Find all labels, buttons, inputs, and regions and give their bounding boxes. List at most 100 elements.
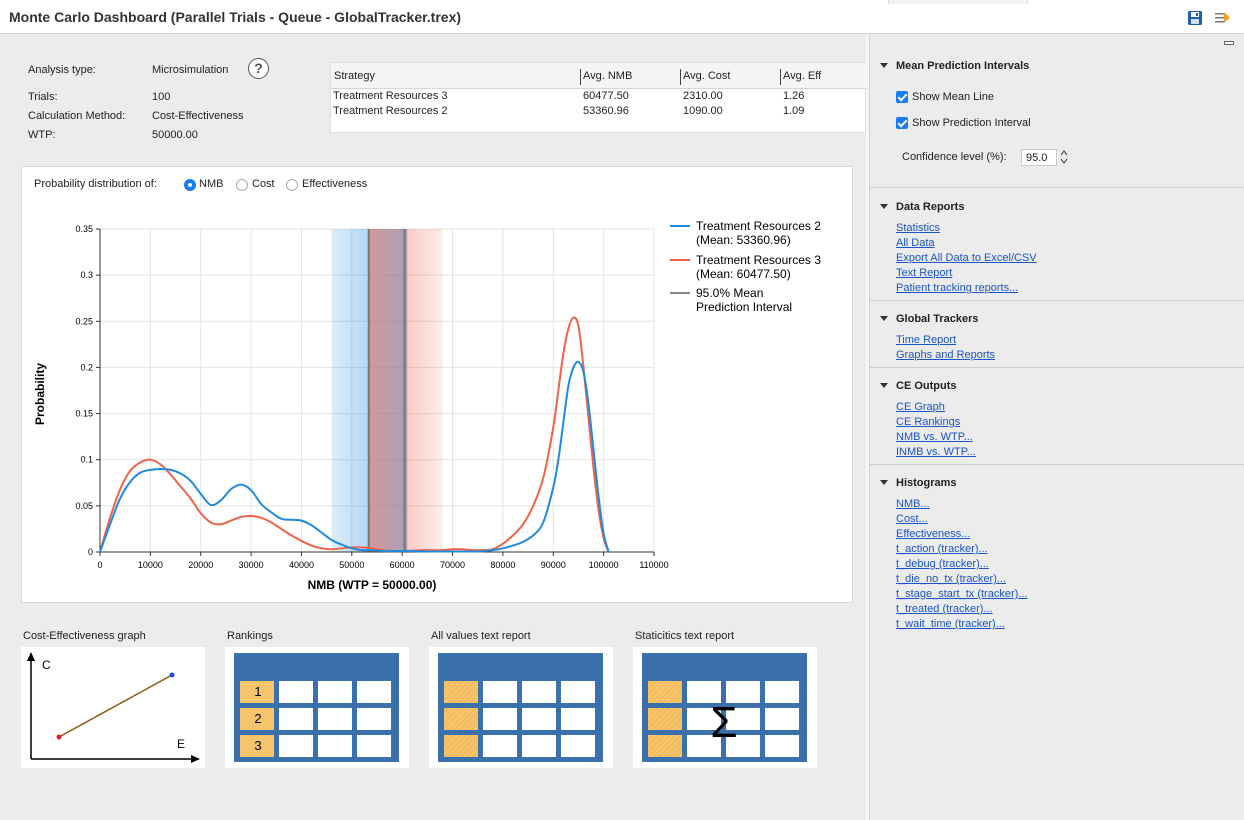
x-tick-label: 10000	[138, 560, 163, 570]
confidence-level-input[interactable]: 95.0	[1021, 149, 1057, 166]
confidence-level-label: Confidence level (%):	[902, 151, 1007, 163]
table-row[interactable]: Treatment Resources 3 60477.50 2310.00 1…	[331, 90, 867, 105]
col-header-avg-nmb[interactable]: Avg. NMB	[583, 70, 632, 82]
radio-effectiveness-label[interactable]: Effectiveness	[302, 178, 367, 190]
grid-cell	[648, 681, 682, 703]
link-t-stage-start-tx-tracker[interactable]: t_stage_start_tx (tracker)...	[896, 588, 1027, 600]
export-icon[interactable]	[1214, 10, 1230, 26]
grid-cell	[648, 708, 682, 730]
link-inmb-vs-wtp[interactable]: INMB vs. WTP...	[896, 446, 976, 458]
analysis-type-label: Analysis type:	[28, 64, 96, 76]
ce-graph-label: Cost-Effectiveness graph	[23, 630, 146, 642]
cell-strategy: Treatment Resources 3	[333, 90, 448, 102]
sigma-icon: Σ	[710, 698, 737, 747]
cell-avg-cost: 2310.00	[683, 90, 723, 102]
cell-avg-nmb: 60477.50	[583, 90, 629, 102]
col-header-avg-cost[interactable]: Avg. Cost	[683, 70, 731, 82]
radio-nmb[interactable]	[184, 179, 196, 191]
y-tick-label: 0.25	[75, 316, 93, 326]
strategy-table-header: Strategy Avg. NMB Avg. Cost Avg. Eff	[331, 63, 867, 89]
link-all-data[interactable]: All Data	[896, 237, 935, 249]
grid-cell	[483, 735, 517, 757]
radio-cost[interactable]	[236, 179, 248, 191]
y-tick-label: 0.1	[80, 455, 93, 465]
grid-cell	[318, 681, 352, 703]
statistics-report-label: Staticitics text report	[635, 630, 735, 642]
link-text-report[interactable]: Text Report	[896, 267, 952, 279]
radio-nmb-label[interactable]: NMB	[199, 178, 223, 190]
help-button[interactable]: ?	[248, 58, 269, 79]
link-patient-tracking-reports[interactable]: Patient tracking reports...	[896, 282, 1018, 294]
x-tick-label: 100000	[589, 560, 619, 570]
link-statistics[interactable]: Statistics	[896, 222, 940, 234]
show-mean-line-checkbox[interactable]	[896, 91, 908, 103]
collapse-triangle-icon[interactable]	[880, 204, 888, 209]
link-t-action-tracker[interactable]: t_action (tracker)...	[896, 543, 988, 555]
link-cost[interactable]: Cost...	[896, 513, 928, 525]
legend-label: (Mean: 60477.50)	[696, 267, 791, 281]
grid-cell	[444, 681, 478, 703]
link-effectiveness[interactable]: Effectiveness...	[896, 528, 970, 540]
rankings-label: Rankings	[227, 630, 273, 642]
radio-effectiveness[interactable]	[286, 179, 298, 191]
link-nmb[interactable]: NMB...	[896, 498, 930, 510]
link-ce-rankings[interactable]: CE Rankings	[896, 416, 960, 428]
col-separator	[580, 69, 581, 85]
wtp-value: 50000.00	[152, 129, 198, 141]
link-graphs-and-reports[interactable]: Graphs and Reports	[896, 349, 995, 361]
section-mean-prediction-intervals[interactable]: Mean Prediction Intervals	[880, 60, 1029, 72]
table-row[interactable]: Treatment Resources 2 53360.96 1090.00 1…	[331, 105, 867, 120]
section-data-reports[interactable]: Data Reports	[880, 201, 964, 213]
grid-cell	[279, 708, 313, 730]
section-divider	[870, 367, 1244, 368]
distribution-chart: 0 10000 20000 30000 40000 50000 60000 70000 8000…	[33, 219, 821, 592]
rankings-thumbnail[interactable]: 1 2 3	[225, 647, 409, 768]
radio-cost-label[interactable]: Cost	[252, 178, 275, 190]
calc-method-value: Cost-Effectiveness	[152, 110, 244, 122]
link-ce-graph[interactable]: CE Graph	[896, 401, 945, 413]
x-tick-label: 70000	[440, 560, 465, 570]
col-header-avg-eff[interactable]: Avg. Eff	[783, 70, 821, 82]
collapse-triangle-icon[interactable]	[880, 383, 888, 388]
grid-cell	[357, 735, 391, 757]
link-time-report[interactable]: Time Report	[896, 334, 956, 346]
grid-cell	[561, 708, 595, 730]
collapse-triangle-icon[interactable]	[880, 316, 888, 321]
grid-cell	[522, 735, 556, 757]
rank-1: 1	[254, 684, 261, 699]
show-prediction-interval-label[interactable]: Show Prediction Interval	[912, 117, 1031, 129]
collapse-triangle-icon[interactable]	[880, 63, 888, 68]
statistics-thumbnail[interactable]: Σ	[633, 647, 817, 768]
grid-cell	[765, 708, 799, 730]
save-icon[interactable]	[1187, 10, 1203, 26]
link-t-die-no-tx-tracker[interactable]: t_die_no_tx (tracker)...	[896, 573, 1006, 585]
section-global-trackers[interactable]: Global Trackers	[880, 313, 979, 325]
grid-cell	[765, 735, 799, 757]
link-export-all-data-to-excel-csv[interactable]: Export All Data to Excel/CSV	[896, 252, 1037, 264]
section-title: Data Reports	[896, 201, 965, 213]
show-mean-line-label[interactable]: Show Mean Line	[912, 91, 994, 103]
legend-label: 95.0% Mean	[696, 286, 763, 300]
link-nmb-vs-wtp[interactable]: NMB vs. WTP...	[896, 431, 973, 443]
trials-value: 100	[152, 91, 171, 103]
legend-label: Treatment Resources 2	[696, 219, 821, 233]
section-histograms[interactable]: Histograms	[880, 477, 957, 489]
link-t-debug-tracker[interactable]: t_debug (tracker)...	[896, 558, 989, 570]
distribution-label: Probability distribution of:	[34, 178, 157, 190]
col-header-strategy[interactable]: Strategy	[334, 70, 375, 82]
link-t-wait-time-tracker[interactable]: t_wait_time (tracker)...	[896, 618, 1005, 630]
trials-label: Trials:	[28, 91, 58, 103]
col-separator	[780, 69, 781, 85]
show-prediction-interval-checkbox[interactable]	[896, 117, 908, 129]
collapse-triangle-icon[interactable]	[880, 480, 888, 485]
section-ce-outputs[interactable]: CE Outputs	[880, 380, 957, 392]
x-axis-label: NMB (WTP = 50000.00)	[308, 578, 437, 592]
minimize-icon[interactable]	[1224, 41, 1234, 45]
x-tick-label: 60000	[390, 560, 415, 570]
ce-graph-thumbnail[interactable]: C E	[21, 647, 205, 768]
link-t-treated-tracker[interactable]: t_treated (tracker)...	[896, 603, 993, 615]
distribution-chart-panel: Probability distribution of: NMB Cost Ef…	[21, 166, 853, 603]
confidence-stepper[interactable]	[1058, 148, 1070, 166]
grid-cell	[765, 681, 799, 703]
all-values-thumbnail[interactable]	[429, 647, 613, 768]
